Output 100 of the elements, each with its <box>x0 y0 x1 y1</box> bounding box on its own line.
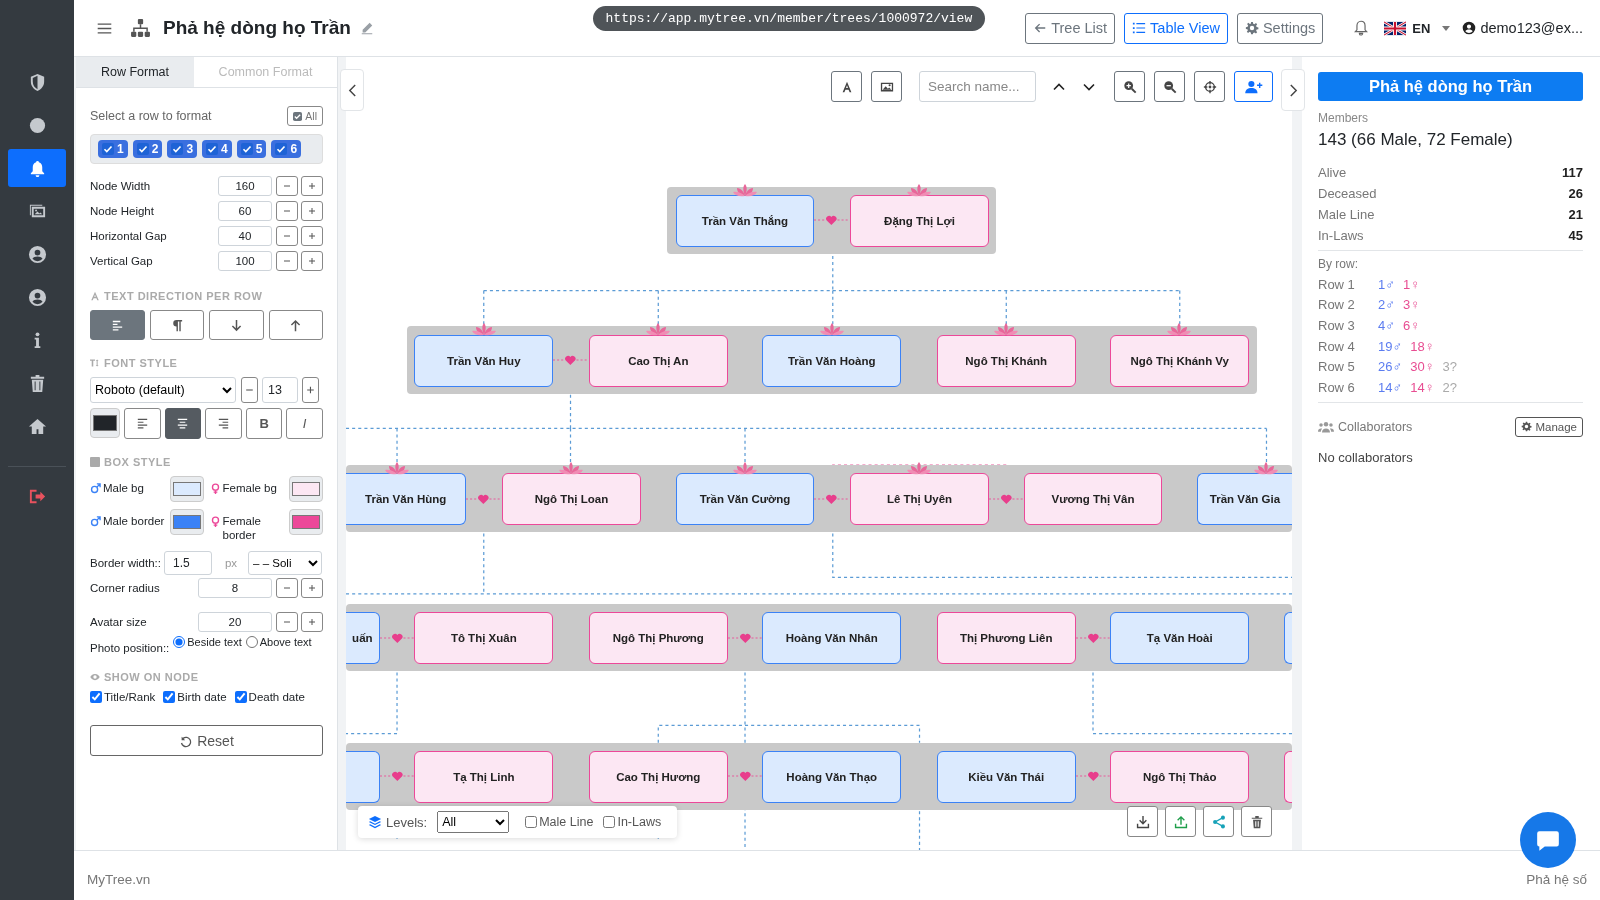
person-card[interactable]: Trần Văn Cường <box>675 473 815 526</box>
manage-button[interactable]: Manage <box>1515 416 1583 437</box>
font-size-field[interactable]: 13 <box>262 377 299 403</box>
person-card[interactable]: Ngô Thị Khánh Vy <box>1110 334 1250 387</box>
align-left-button[interactable] <box>124 408 161 439</box>
number-field[interactable]: 160 <box>218 175 272 196</box>
person-card[interactable]: Trần Văn Huy <box>414 334 554 387</box>
person-card[interactable]: Thị Phương Liên <box>936 612 1076 665</box>
person-card[interactable]: Tạ Thị Linh <box>414 750 554 803</box>
settings-icon[interactable] <box>1244 21 1259 35</box>
caret-icon[interactable] <box>1442 25 1451 31</box>
list-icon[interactable] <box>1132 21 1147 35</box>
person-card[interactable] <box>1283 612 1292 665</box>
add-user-icon[interactable] <box>1244 79 1263 94</box>
color-picker[interactable] <box>289 509 323 535</box>
option-label[interactable]: Title/Rank <box>104 691 156 703</box>
person-card[interactable]: Đặng Thị Lợi <box>850 194 989 247</box>
settings-icon[interactable] <box>1521 421 1533 433</box>
person-card[interactable]: Lê Thị Uyên <box>850 473 989 526</box>
increase-button[interactable] <box>301 200 323 221</box>
checkbox-icon[interactable] <box>240 143 253 155</box>
checkbox[interactable] <box>603 816 616 828</box>
decrease-button[interactable] <box>276 225 298 246</box>
person-card[interactable]: Cao Thị Hương <box>588 750 728 803</box>
plus-icon[interactable] <box>306 255 318 266</box>
delete-button[interactable] <box>1241 806 1272 837</box>
user-icon[interactable] <box>27 287 47 307</box>
increase-button[interactable] <box>301 577 323 598</box>
option-label[interactable]: Above text <box>259 636 312 648</box>
plus-icon[interactable] <box>306 180 318 191</box>
person-card[interactable]: Cao Thị An <box>588 334 728 387</box>
align-center-button[interactable] <box>164 408 202 439</box>
person-card[interactable] <box>1283 750 1292 803</box>
increase-button[interactable] <box>301 225 323 246</box>
pencil-icon[interactable] <box>359 21 374 35</box>
text-style-button[interactable] <box>831 71 862 102</box>
checkbox-icon[interactable] <box>275 143 288 155</box>
person-card[interactable]: Ngô Thị Loan <box>502 473 641 526</box>
checkbox[interactable] <box>163 691 176 703</box>
italic-button[interactable]: I <box>286 408 323 439</box>
option-label[interactable]: Death date <box>248 691 305 703</box>
zoom-out-button[interactable] <box>1154 71 1185 102</box>
user-email[interactable]: demo123@ex... <box>1480 20 1583 36</box>
upload-button[interactable] <box>1165 806 1196 837</box>
person-card[interactable]: Hoàng Văn Thạo <box>762 750 902 803</box>
plus-icon[interactable] <box>306 616 318 627</box>
person-card[interactable]: Kiều Văn Thái <box>936 750 1076 803</box>
color-picker[interactable] <box>289 476 323 502</box>
upload-icon[interactable] <box>1173 814 1188 829</box>
circle-icon[interactable] <box>27 115 47 135</box>
checkbox-icon[interactable] <box>293 111 303 121</box>
zoom-in-icon[interactable] <box>1122 79 1137 94</box>
decrease-button[interactable] <box>276 200 298 221</box>
row-chip[interactable]: 6 <box>271 140 302 158</box>
paragraph-direction-button[interactable] <box>149 310 204 340</box>
color-picker[interactable] <box>169 509 204 535</box>
arrow-left-icon[interactable] <box>1033 21 1048 35</box>
share-button[interactable] <box>1203 806 1234 837</box>
person-card[interactable]: Ngô Thị Khánh <box>936 334 1076 387</box>
increase-button[interactable] <box>301 611 323 632</box>
option-label[interactable]: Birth date <box>177 691 227 703</box>
person-card[interactable]: Tô Thị Xuân <box>414 612 554 665</box>
checkbox[interactable] <box>234 691 247 703</box>
person-card[interactable]: Ngô Thị Phương <box>588 612 728 665</box>
decrease-button[interactable] <box>276 175 298 196</box>
trash-icon[interactable] <box>1249 814 1264 829</box>
person-card[interactable]: uấn <box>346 612 380 665</box>
number-field[interactable]: 60 <box>218 200 272 221</box>
download-button[interactable] <box>1127 806 1158 837</box>
person-card[interactable]: Ngô Thị Thảo <box>1110 750 1250 803</box>
row-chip[interactable]: 5 <box>236 140 267 158</box>
up-direction-button[interactable] <box>268 310 323 340</box>
checkbox-icon[interactable] <box>136 143 149 155</box>
download-icon[interactable] <box>1135 814 1150 829</box>
number-field[interactable]: 20 <box>198 611 272 632</box>
color-picker[interactable] <box>90 408 120 438</box>
levels-select[interactable]: All <box>437 811 510 833</box>
row-chip[interactable]: 3 <box>167 140 198 158</box>
person-card[interactable] <box>346 750 380 803</box>
chevron-right-icon[interactable] <box>1288 82 1298 98</box>
number-field[interactable]: 40 <box>218 225 272 246</box>
increase-button[interactable] <box>301 175 323 196</box>
user-icon[interactable] <box>27 244 47 264</box>
bell-nav-item[interactable] <box>8 149 66 187</box>
decrease-button[interactable] <box>276 250 298 271</box>
crosshair-icon[interactable] <box>1202 79 1217 94</box>
zoom-in-button[interactable] <box>1114 71 1145 102</box>
home-icon[interactable] <box>27 416 47 436</box>
lines-direction-button[interactable] <box>90 310 145 340</box>
checkbox[interactable] <box>525 816 538 828</box>
nav-button[interactable]: Table View <box>1124 12 1228 44</box>
align-right-button[interactable] <box>205 408 242 439</box>
checkbox-icon[interactable] <box>102 143 114 155</box>
reset-button[interactable]: Reset <box>90 725 323 756</box>
option-label[interactable]: Beside text <box>187 636 242 648</box>
increase-button[interactable] <box>301 250 323 271</box>
checkbox-icon[interactable] <box>171 143 184 155</box>
language-label[interactable]: EN <box>1412 20 1431 36</box>
person-card[interactable]: Trần Văn Gia <box>1197 473 1292 526</box>
crosshair-button[interactable] <box>1194 71 1225 102</box>
